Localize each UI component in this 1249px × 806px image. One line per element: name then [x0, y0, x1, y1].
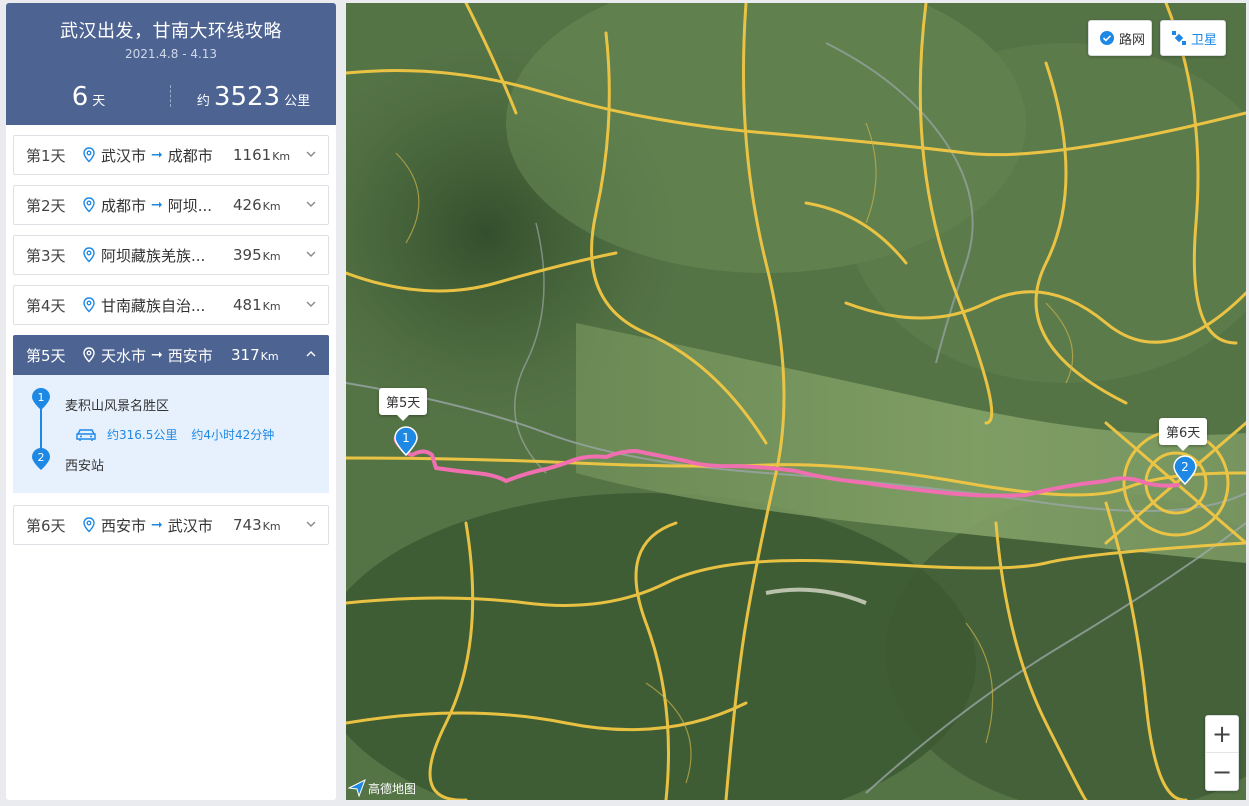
trip-stats: 6 天 约 3523 公里: [6, 77, 336, 117]
day-to: 西安市: [167, 346, 213, 365]
road-network-toggle[interactable]: 路网: [1088, 20, 1152, 56]
distance-prefix: 约: [196, 94, 210, 109]
zoom-in-button[interactable]: +: [1206, 716, 1238, 753]
day-5-callout: 第5天: [379, 388, 428, 421]
day-5-detail: 1 麦积山风景名胜区 约316.5公里 约4小时42分钟 2 西安站: [13, 375, 329, 493]
arrow-right-icon: ➞: [151, 347, 163, 363]
route-time: 约4小时42分钟: [191, 428, 275, 442]
stats-divider: [170, 85, 171, 107]
day-from: 天水市: [101, 346, 147, 365]
day-from: 西安市: [101, 516, 147, 535]
day-item-3[interactable]: 第3天 阿坝藏族羌族... 395Km: [13, 235, 329, 275]
day-6-callout: 第6天: [1159, 418, 1208, 451]
day-label: 第4天: [26, 296, 66, 315]
satellite-map-background: [346, 3, 1246, 800]
chevron-down-icon[interactable]: [306, 199, 316, 209]
location-pin-icon: [83, 347, 95, 363]
location-pin-icon: [83, 147, 95, 163]
distance-value: 3523: [213, 82, 281, 112]
map-provider-logo: 高德地图: [348, 779, 416, 797]
day-item-1[interactable]: 第1天 武汉市 ➞ 成都市 1161Km: [13, 135, 329, 175]
amap-logo-icon: [348, 779, 366, 797]
day-label: 第3天: [26, 246, 66, 265]
start-marker-icon[interactable]: 1: [394, 426, 418, 456]
route-distance: 约316.5公里: [107, 428, 178, 442]
chevron-up-icon[interactable]: [306, 349, 316, 359]
day-label: 第5天: [26, 346, 66, 365]
satellite-icon: [1172, 31, 1186, 45]
svg-text:2: 2: [38, 451, 45, 464]
chevron-down-icon[interactable]: [306, 149, 316, 159]
location-pin-icon: [83, 247, 95, 263]
day-label: 第1天: [26, 146, 66, 165]
stop-1-name[interactable]: 麦积山风景名胜区: [65, 395, 169, 414]
days-stat: 6 天: [6, 82, 171, 112]
chevron-down-icon[interactable]: [306, 249, 316, 259]
route-summary: 约316.5公里 约4小时42分钟: [75, 426, 274, 443]
stop-2-name[interactable]: 西安站: [65, 455, 104, 474]
day-item-5[interactable]: 第5天 天水市 ➞ 西安市 317Km: [13, 335, 329, 375]
day-to: 成都市: [167, 146, 213, 165]
arrow-right-icon: ➞: [151, 517, 163, 533]
chevron-down-icon[interactable]: [306, 299, 316, 309]
day-item-2[interactable]: 第2天 成都市 ➞ 阿坝... 426Km: [13, 185, 329, 225]
day-item-6[interactable]: 第6天 西安市 ➞ 武汉市 743Km: [13, 505, 329, 545]
arrow-right-icon: ➞: [151, 197, 163, 213]
stop-marker-icon: 2: [32, 448, 50, 470]
map-provider-name: 高德地图: [368, 781, 417, 796]
trip-header: 武汉出发，甘南大环线攻略 2021.4.8 - 4.13 6 天 约 3523 …: [6, 3, 336, 125]
day-from: 甘南藏族自治...: [101, 296, 206, 315]
svg-text:1: 1: [38, 391, 45, 404]
day-label: 第6天: [26, 516, 66, 535]
satellite-label: 卫星: [1191, 32, 1218, 48]
svg-text:2: 2: [1181, 460, 1189, 474]
day-distance: 1161Km: [233, 146, 291, 164]
distance-stat: 约 3523 公里: [171, 82, 336, 112]
trip-title: 武汉出发，甘南大环线攻略: [60, 21, 282, 42]
satellite-toggle[interactable]: 卫星: [1160, 20, 1226, 56]
day-from: 武汉市: [101, 146, 147, 165]
day-label: 第2天: [26, 196, 66, 215]
trip-dates: 2021.4.8 - 4.13: [124, 47, 218, 61]
svg-text:1: 1: [402, 431, 410, 445]
car-icon: [76, 428, 96, 441]
days-unit: 天: [92, 94, 106, 109]
road-network-label: 路网: [1119, 32, 1146, 48]
day-item-4[interactable]: 第4天 甘南藏族自治... 481Km: [13, 285, 329, 325]
arrow-right-icon: ➞: [151, 147, 163, 163]
day-from: 成都市: [101, 196, 147, 215]
day-list: 第1天 武汉市 ➞ 成都市 1161Km 第2天 成都市 ➞ 阿坝... 426…: [6, 125, 336, 545]
location-pin-icon: [83, 517, 95, 533]
distance-unit: 公里: [284, 94, 311, 109]
chevron-down-icon[interactable]: [306, 519, 316, 529]
location-pin-icon: [83, 297, 95, 313]
day-distance: 743Km: [233, 516, 281, 534]
day-to: 阿坝...: [167, 196, 213, 215]
day-to: 武汉市: [167, 516, 213, 535]
map-view[interactable]: 路网 卫星 第5天 1 第6天 2 + − 高德地图: [346, 3, 1246, 800]
end-marker-icon[interactable]: 2: [1173, 455, 1197, 485]
itinerary-panel: 武汉出发，甘南大环线攻略 2021.4.8 - 4.13 6 天 约 3523 …: [6, 3, 336, 800]
day-distance: 395Km: [233, 246, 281, 264]
day-distance: 481Km: [233, 296, 281, 314]
checkmark-circle-icon: [1100, 31, 1114, 45]
day-distance: 426Km: [233, 196, 281, 214]
location-pin-icon: [83, 197, 95, 213]
stop-marker-icon: 1: [32, 388, 50, 410]
day-from: 阿坝藏族羌族...: [101, 246, 206, 265]
zoom-control: + −: [1205, 715, 1239, 791]
days-count: 6: [71, 82, 89, 112]
zoom-out-button[interactable]: −: [1206, 753, 1238, 790]
day-distance: 317Km: [231, 346, 279, 364]
